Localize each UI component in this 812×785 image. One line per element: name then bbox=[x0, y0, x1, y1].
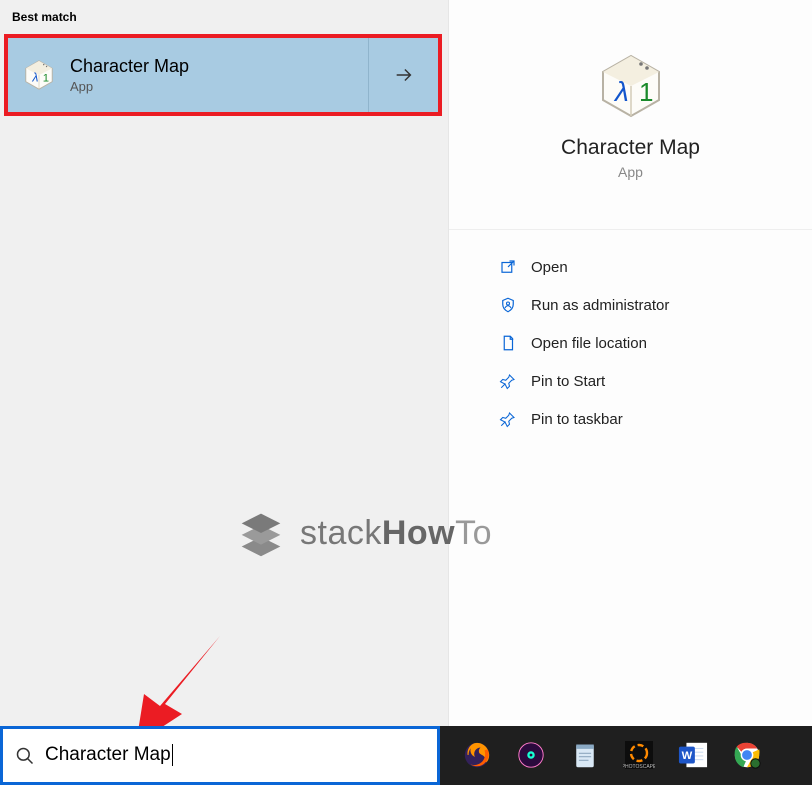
action-open-file-location[interactable]: Open file location bbox=[449, 324, 812, 362]
pin-icon bbox=[499, 410, 517, 428]
highlight-annotation bbox=[4, 34, 442, 116]
action-label: Open bbox=[531, 259, 568, 276]
action-list: Open Run as administrator Open file loca… bbox=[449, 230, 812, 438]
action-run-as-admin[interactable]: Run as administrator bbox=[449, 286, 812, 324]
action-pin-to-taskbar[interactable]: Pin to taskbar bbox=[449, 400, 812, 438]
taskbar-app-media[interactable] bbox=[506, 732, 556, 780]
stack-icon bbox=[232, 504, 290, 562]
taskbar-app-notepad[interactable] bbox=[560, 732, 610, 780]
open-icon bbox=[499, 258, 517, 276]
svg-text:PHOTOSCAPE: PHOTOSCAPE bbox=[623, 764, 655, 770]
detail-title: Character Map bbox=[561, 136, 700, 160]
action-label: Run as administrator bbox=[531, 297, 669, 314]
search-icon bbox=[15, 746, 35, 766]
action-label: Pin to Start bbox=[531, 373, 605, 390]
svg-text:1: 1 bbox=[639, 77, 653, 107]
svg-text:W: W bbox=[682, 749, 693, 761]
taskbar-app-photoscape[interactable]: PHOTOSCAPE bbox=[614, 732, 664, 780]
search-input-text: Character Map bbox=[45, 744, 173, 766]
pin-icon bbox=[499, 372, 517, 390]
taskbar: Character Map PHOTOSCAPE W bbox=[0, 726, 812, 785]
svg-text:λ: λ bbox=[613, 76, 629, 107]
action-open[interactable]: Open bbox=[449, 248, 812, 286]
action-pin-to-start[interactable]: Pin to Start bbox=[449, 362, 812, 400]
search-results-panel: Best match λ 1 Character Map App bbox=[0, 0, 448, 726]
details-header: λ 1 Character Map App bbox=[449, 0, 812, 230]
watermark-logo: stackHowTo bbox=[232, 504, 492, 562]
search-box[interactable]: Character Map bbox=[0, 726, 440, 785]
taskbar-app-firefox[interactable] bbox=[452, 732, 502, 780]
action-label: Open file location bbox=[531, 335, 647, 352]
taskbar-app-word[interactable]: W bbox=[668, 732, 718, 780]
text-caret bbox=[172, 744, 173, 766]
best-match-label: Best match bbox=[0, 0, 448, 24]
action-label: Pin to taskbar bbox=[531, 411, 623, 428]
taskbar-tray: PHOTOSCAPE W bbox=[440, 726, 812, 785]
detail-subtitle: App bbox=[618, 164, 643, 180]
taskbar-app-chrome[interactable] bbox=[722, 732, 772, 780]
wm-part3: To bbox=[455, 514, 492, 552]
wm-part1: stack bbox=[300, 514, 382, 552]
shield-icon bbox=[499, 296, 517, 314]
file-location-icon bbox=[499, 334, 517, 352]
charmap-icon-large: λ 1 bbox=[595, 50, 667, 122]
wm-part2: How bbox=[382, 514, 455, 552]
details-panel: λ 1 Character Map App Open Run as admini… bbox=[448, 0, 812, 726]
